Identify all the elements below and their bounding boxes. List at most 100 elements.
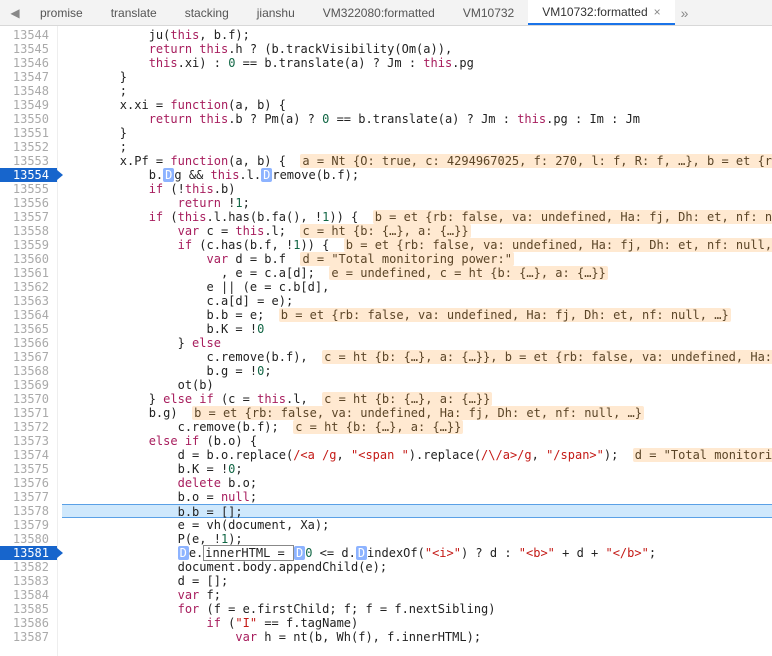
code-line[interactable]: ot(b): [62, 378, 772, 392]
code-line[interactable]: b.b = e; b = et {rb: false, va: undefine…: [62, 308, 772, 322]
line-number[interactable]: 13550: [0, 112, 57, 126]
line-number[interactable]: 13576: [0, 476, 57, 490]
code-area[interactable]: ju(this, b.f); return this.h ? (b.trackV…: [58, 26, 772, 656]
line-number[interactable]: 13545: [0, 42, 57, 56]
code-line[interactable]: var h = nt(b, Wh(f), f.innerHTML);: [62, 630, 772, 644]
line-number[interactable]: 13552: [0, 140, 57, 154]
line-number[interactable]: 13555: [0, 182, 57, 196]
code-line[interactable]: c.remove(b.f); c = ht {b: {…}, a: {…}}: [62, 420, 772, 434]
code-line[interactable]: if ("I" == f.tagName): [62, 616, 772, 630]
tab-vm10732[interactable]: VM10732: [449, 0, 528, 25]
line-number[interactable]: 13577: [0, 490, 57, 504]
code-line[interactable]: } else if (c = this.l, c = ht {b: {…}, a…: [62, 392, 772, 406]
line-number[interactable]: 13553: [0, 154, 57, 168]
code-line[interactable]: ju(this, b.f);: [62, 28, 772, 42]
code-line[interactable]: var f;: [62, 588, 772, 602]
code-line[interactable]: P(e, !1);: [62, 532, 772, 546]
line-number[interactable]: 13568: [0, 364, 57, 378]
line-number[interactable]: 13563: [0, 294, 57, 308]
code-line[interactable]: b.g) b = et {rb: false, va: undefined, H…: [62, 406, 772, 420]
line-number[interactable]: 13575: [0, 462, 57, 476]
code-line[interactable]: delete b.o;: [62, 476, 772, 490]
line-number[interactable]: 13573: [0, 434, 57, 448]
line-number[interactable]: 13544: [0, 28, 57, 42]
line-number[interactable]: 13549: [0, 98, 57, 112]
code-line[interactable]: De.innerHTML = D0 <= d.DindexOf("<i>") ?…: [62, 546, 772, 560]
line-number[interactable]: 13556: [0, 196, 57, 210]
line-number[interactable]: 13561: [0, 266, 57, 280]
code-line[interactable]: for (f = e.firstChild; f; f = f.nextSibl…: [62, 602, 772, 616]
tab-vm10732-formatted[interactable]: VM10732:formatted ×: [528, 0, 674, 25]
line-number[interactable]: 13586: [0, 616, 57, 630]
line-number[interactable]: 13564: [0, 308, 57, 322]
tab-stacking[interactable]: stacking: [171, 0, 243, 25]
code-line[interactable]: b.Dg && this.l.Dremove(b.f);: [62, 168, 772, 182]
code-line[interactable]: b.o = null;: [62, 490, 772, 504]
code-line[interactable]: }: [62, 70, 772, 84]
line-number[interactable]: 13585: [0, 602, 57, 616]
code-line[interactable]: e || (e = c.b[d],: [62, 280, 772, 294]
code-line[interactable]: } else: [62, 336, 772, 350]
code-line[interactable]: }: [62, 126, 772, 140]
tab-promise[interactable]: promise: [26, 0, 97, 25]
code-line[interactable]: ;: [62, 140, 772, 154]
line-number[interactable]: 13547: [0, 70, 57, 84]
line-number[interactable]: 13574: [0, 448, 57, 462]
code-line[interactable]: x.xi = function(a, b) {: [62, 98, 772, 112]
line-number[interactable]: 13567: [0, 350, 57, 364]
code-line[interactable]: ;: [62, 84, 772, 98]
code-line[interactable]: b.g = !0;: [62, 364, 772, 378]
line-number[interactable]: 13566: [0, 336, 57, 350]
code-line[interactable]: b.K = !0: [62, 322, 772, 336]
gutter[interactable]: 1354413545135461354713548135491355013551…: [0, 26, 58, 656]
line-number[interactable]: 13572: [0, 420, 57, 434]
line-number[interactable]: 13548: [0, 84, 57, 98]
close-icon[interactable]: ×: [654, 5, 661, 19]
code-line[interactable]: x.Pf = function(a, b) { a = Nt {O: true,…: [62, 154, 772, 168]
line-number[interactable]: 13582: [0, 560, 57, 574]
code-line[interactable]: else if (b.o) {: [62, 434, 772, 448]
line-number[interactable]: 13579: [0, 518, 57, 532]
line-number[interactable]: 13571: [0, 406, 57, 420]
line-number[interactable]: 13562: [0, 280, 57, 294]
line-number[interactable]: 13557: [0, 210, 57, 224]
code-line[interactable]: d = b.o.replace(/<a /g, "<span ").replac…: [62, 448, 772, 462]
line-number[interactable]: 13587: [0, 630, 57, 644]
line-number[interactable]: 13578: [0, 504, 57, 518]
code-line[interactable]: var c = this.l; c = ht {b: {…}, a: {…}}: [62, 224, 772, 238]
line-number[interactable]: 13583: [0, 574, 57, 588]
code-line[interactable]: b.b = [];: [62, 504, 772, 518]
tab-prev-icon[interactable]: ◀: [8, 5, 22, 21]
code-line[interactable]: return this.h ? (b.trackVisibility(Om(a)…: [62, 42, 772, 56]
line-number[interactable]: 13546: [0, 56, 57, 70]
code-line[interactable]: c.a[d] = e);: [62, 294, 772, 308]
line-number[interactable]: 13565: [0, 322, 57, 336]
code-line[interactable]: document.body.appendChild(e);: [62, 560, 772, 574]
tab-translate[interactable]: translate: [97, 0, 171, 25]
tab-vm322080[interactable]: VM322080:formatted: [309, 0, 449, 25]
line-number[interactable]: 13559: [0, 238, 57, 252]
code-line[interactable]: d = [];: [62, 574, 772, 588]
line-number[interactable]: 13560: [0, 252, 57, 266]
line-number[interactable]: 13569: [0, 378, 57, 392]
code-line[interactable]: e = vh(document, Xa);: [62, 518, 772, 532]
tabs-overflow-icon[interactable]: »: [675, 5, 695, 21]
line-number[interactable]: 13554: [0, 168, 57, 182]
code-line[interactable]: return this.b ? Pm(a) ? 0 == b.translate…: [62, 112, 772, 126]
line-number[interactable]: 13581: [0, 546, 57, 560]
code-line[interactable]: b.K = !0;: [62, 462, 772, 476]
line-number[interactable]: 13584: [0, 588, 57, 602]
code-line[interactable]: this.xi) : 0 == b.translate(a) ? Jm : th…: [62, 56, 772, 70]
line-number[interactable]: 13580: [0, 532, 57, 546]
code-line[interactable]: if (!this.b): [62, 182, 772, 196]
line-number[interactable]: 13558: [0, 224, 57, 238]
code-line[interactable]: if (this.l.has(b.fa(), !1)) { b = et {rb…: [62, 210, 772, 224]
code-line[interactable]: if (c.has(b.f, !1)) { b = et {rb: false,…: [62, 238, 772, 252]
code-line[interactable]: c.remove(b.f), c = ht {b: {…}, a: {…}}, …: [62, 350, 772, 364]
tab-jianshu[interactable]: jianshu: [243, 0, 309, 25]
line-number[interactable]: 13551: [0, 126, 57, 140]
line-number[interactable]: 13570: [0, 392, 57, 406]
code-line[interactable]: var d = b.f d = "Total monitoring power:…: [62, 252, 772, 266]
code-line[interactable]: return !1;: [62, 196, 772, 210]
code-line[interactable]: , e = c.a[d]; e = undefined, c = ht {b: …: [62, 266, 772, 280]
